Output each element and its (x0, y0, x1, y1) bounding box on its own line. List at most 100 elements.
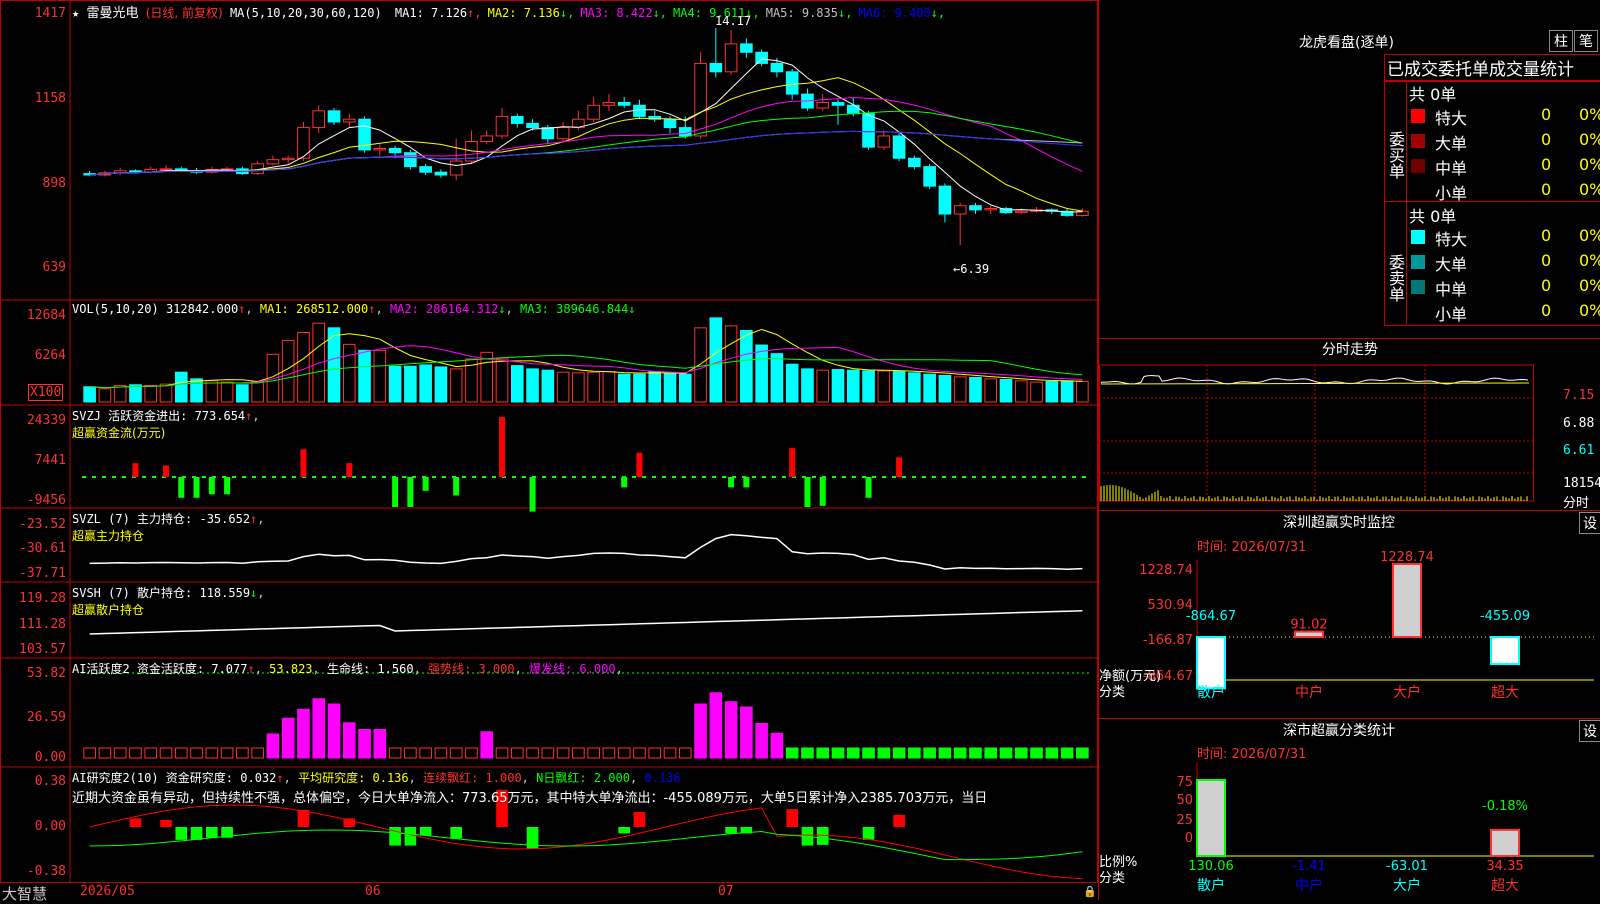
order-pct: 0% (1579, 226, 1600, 245)
flow-bar (453, 477, 460, 496)
intraday-label: 6.88 (1563, 416, 1595, 431)
flow-bar (224, 477, 231, 495)
candle-body (816, 101, 830, 109)
flow-bar (636, 452, 643, 477)
intraday-avg-line (1100, 382, 1530, 385)
price-y-label: 1417 (34, 6, 66, 21)
activity-bar (801, 747, 814, 759)
stat-bar (1196, 779, 1226, 857)
research-bar (862, 827, 875, 840)
volume-bar (984, 378, 998, 403)
volume-bar (495, 358, 509, 403)
volume-bar (999, 378, 1013, 403)
svzl-y-label: -37.71 (19, 566, 66, 581)
order-count: 0 (1541, 105, 1552, 124)
vol-title: VOL(5,10,20) (72, 302, 159, 316)
order-type: 特大 (1435, 230, 1468, 249)
order-count: 0 (1541, 301, 1552, 320)
price-y-label: 1158 (34, 91, 66, 106)
volume-bar (709, 317, 723, 403)
vol-value: 312842.000 (165, 302, 239, 316)
activity-bar (953, 747, 967, 759)
intraday-unit: 分时 (1563, 496, 1590, 511)
activity-bar (740, 706, 753, 759)
candle-body (602, 101, 616, 106)
intraday-frame (1099, 364, 1534, 502)
volume-bar (449, 368, 463, 403)
star-icon[interactable]: ★ (72, 6, 79, 20)
svsh-title: SVSH (7) 散户持仓: 118.559 (72, 586, 251, 600)
ma-value-5: MA5: 9.835 (765, 6, 838, 20)
activity-bar (724, 701, 738, 759)
monitor-category: 超大 (1491, 685, 1519, 701)
volume-bar (969, 376, 982, 403)
activity-bar (694, 703, 707, 759)
order-pct: 0% (1579, 155, 1600, 174)
monitor-title: 深圳超赢实时监控 (1283, 515, 1395, 531)
monitor-y-label: 1228.74 (1139, 563, 1193, 578)
svzl-title: SVZL (7) 主力持仓: -35.652 (72, 512, 251, 526)
activity-bar (129, 747, 142, 759)
bar-mode-button[interactable]: 柱 (1549, 30, 1573, 52)
stat-category: 超大 (1491, 878, 1519, 894)
monitor-xlabel: 分类 (1099, 685, 1125, 700)
right-panel: 龙虎看盘(逐单) 柱 笔 已成交委托单成交量统计 委买单 委卖单 共 0单 共 … (1098, 0, 1600, 900)
ma-arrow: ↓, (559, 6, 575, 20)
low-price-label: ←6.39 (953, 262, 990, 276)
activity-bar (541, 747, 555, 759)
order-pct: 0% (1579, 105, 1600, 124)
order-count: 0 (1541, 276, 1552, 295)
research-cont: 连续飘红: 1.000 (423, 771, 522, 785)
volume-bar (831, 369, 845, 403)
volume-bar (755, 344, 768, 403)
flow-bar (499, 417, 505, 477)
monitor-category: 散户 (1197, 684, 1225, 701)
order-row: 特大 0 0% (1411, 225, 1600, 249)
date-label: 07 (718, 884, 734, 899)
color-swatch (1411, 230, 1425, 244)
activity-bar (923, 747, 936, 759)
stat-y-label: 25 (1176, 813, 1193, 828)
order-count: 0 (1541, 130, 1552, 149)
ma-line (89, 110, 1083, 176)
ai-life: 生命线: 1.560 (326, 662, 414, 676)
activity-bar (144, 747, 158, 759)
vol-ma1: MA1: 268512.000 (259, 302, 369, 316)
date-axis: 大智慧 2026/05 06 07 🔒 (0, 882, 1098, 903)
volume-bar (801, 368, 814, 403)
moving-average-lines (89, 58, 1083, 213)
flow-bar (300, 449, 307, 477)
tick-mode-button[interactable]: 笔 (1574, 30, 1598, 52)
volume-bar (159, 383, 173, 403)
candle-body (159, 168, 173, 171)
lock-icon[interactable]: 🔒 (1083, 885, 1097, 898)
monitor-category: 中户 (1295, 684, 1323, 701)
volume-bar (617, 373, 631, 403)
activity-bar (98, 747, 112, 759)
order-stats-table: 委买单 委卖单 共 0单 共 0单 特大 0 0% 大单 0 0% 中单 0 0% 小单 0 0% 特… (1384, 80, 1600, 326)
volume-bar (98, 388, 112, 403)
ai-y-label: 53.82 (26, 666, 66, 681)
color-swatch (1411, 184, 1425, 198)
monitor-bar-label: 91.02 (1290, 618, 1327, 633)
period-label[interactable]: (日线, 前复权) (146, 6, 223, 20)
vol-y-label: 12684 (26, 308, 66, 323)
activity-bar (281, 717, 295, 759)
intraday-chart[interactable] (1099, 361, 1600, 509)
ma-line (89, 58, 1083, 213)
volume-bar (236, 384, 249, 403)
stat-category: 大户 (1393, 877, 1421, 894)
stat-y-label: 50 (1176, 793, 1193, 808)
order-count: 0 (1541, 251, 1552, 270)
volume-bar (908, 372, 921, 403)
ai-y-label: 0.00 (34, 750, 66, 765)
candle-body (312, 110, 326, 129)
activity-bar (83, 747, 96, 759)
candle-body (923, 166, 936, 187)
vol-unit-label[interactable]: X100 (28, 384, 64, 401)
high-price-label: 14.17 (715, 14, 752, 28)
flow-bar (163, 465, 169, 477)
volume-bar (694, 327, 707, 403)
activity-bar (846, 747, 860, 759)
candle-body (510, 115, 524, 124)
